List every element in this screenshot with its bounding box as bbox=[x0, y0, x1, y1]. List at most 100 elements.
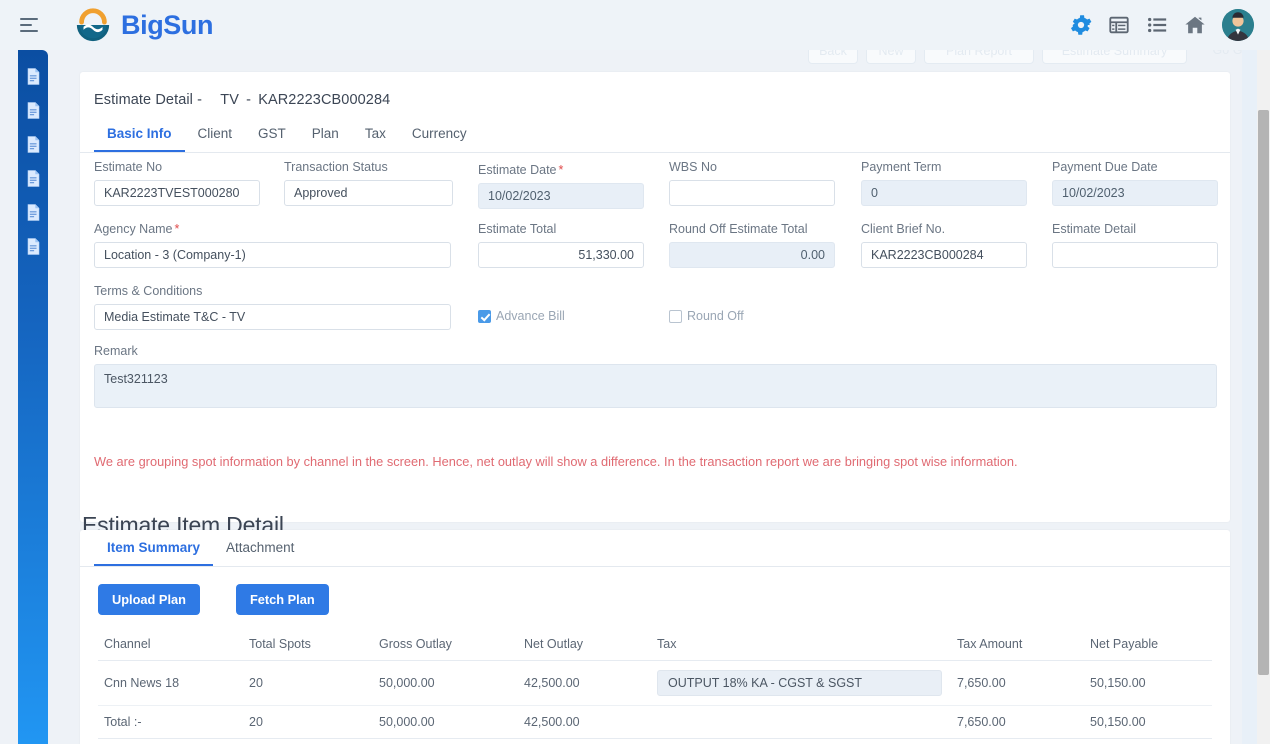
field-estimate-total: Estimate Total bbox=[478, 222, 644, 268]
table-header-row: Channel Total Spots Gross Outlay Net Out… bbox=[98, 630, 1212, 661]
transaction-status-input[interactable] bbox=[284, 180, 453, 206]
label-client-brief-no: Client Brief No. bbox=[861, 222, 946, 236]
sidebar-item-document-5[interactable] bbox=[26, 204, 41, 221]
sidebar-item-document-2[interactable] bbox=[26, 102, 41, 119]
avatar[interactable] bbox=[1222, 9, 1254, 41]
tab-tax[interactable]: Tax bbox=[352, 116, 399, 152]
scrollbar-gutter bbox=[1242, 50, 1257, 744]
tab-attachment[interactable]: Attachment bbox=[213, 530, 307, 566]
label-estimate-date-text: Estimate Date bbox=[478, 163, 557, 177]
tab-basic-info[interactable]: Basic Info bbox=[94, 116, 185, 152]
cell-total-spots: 20 bbox=[243, 660, 373, 706]
list-icon[interactable] bbox=[1146, 14, 1168, 36]
total-tax bbox=[651, 705, 951, 739]
estimate-summary-button[interactable]: Estimate Summary bbox=[1042, 50, 1187, 64]
payment-due-date-input[interactable] bbox=[1052, 180, 1218, 206]
tab-plan[interactable]: Plan bbox=[299, 116, 352, 152]
total-net-payable: 50,150.00 bbox=[1084, 705, 1212, 739]
checkbox-round-off[interactable]: Round Off bbox=[669, 309, 744, 323]
checkbox-advance-bill[interactable]: Advance Bill bbox=[478, 309, 565, 323]
tab-client[interactable]: Client bbox=[185, 116, 246, 152]
remark-textarea[interactable] bbox=[94, 364, 1217, 408]
field-round-off-estimate-total: Round Off Estimate Total bbox=[669, 222, 835, 268]
field-terms-conditions: Terms & Conditions bbox=[94, 284, 451, 330]
basic-info-tabs: Basic Info Client GST Plan Tax Currency bbox=[80, 116, 1230, 153]
label-estimate-detail: Estimate Detail bbox=[1052, 222, 1137, 236]
required-marker-agency-name: * bbox=[174, 222, 180, 236]
left-sidebar bbox=[18, 50, 48, 744]
grouping-warning-text: We are grouping spot information by chan… bbox=[94, 454, 1018, 469]
label-round-off-estimate-total: Round Off Estimate Total bbox=[669, 222, 808, 236]
go-green-button[interactable]: Go Green bbox=[1195, 50, 1243, 64]
label-estimate-total: Estimate Total bbox=[478, 222, 557, 236]
page-title-prefix: Estimate Detail - bbox=[94, 92, 203, 108]
label-transaction-status: Transaction Status bbox=[284, 160, 388, 174]
col-net-payable: Net Payable bbox=[1084, 630, 1212, 661]
total-gross-outlay: 50,000.00 bbox=[373, 705, 518, 739]
scrollbar-thumb[interactable] bbox=[1258, 110, 1269, 675]
table-icon[interactable] bbox=[1108, 14, 1130, 36]
label-wbs-no: WBS No bbox=[669, 160, 717, 174]
total-net-outlay: 42,500.00 bbox=[518, 705, 651, 739]
sidebar-item-document-4[interactable] bbox=[26, 170, 41, 187]
sidebar-item-document-3[interactable] bbox=[26, 136, 41, 153]
home-icon[interactable] bbox=[1184, 14, 1206, 36]
tab-item-summary[interactable]: Item Summary bbox=[94, 530, 214, 566]
new-button[interactable]: New bbox=[866, 50, 916, 64]
cell-tax: OUTPUT 18% KA - CGST & SGST bbox=[651, 660, 951, 706]
estimate-total-input[interactable] bbox=[478, 242, 644, 268]
payment-term-input[interactable] bbox=[861, 180, 1027, 206]
estimate-no-input[interactable] bbox=[94, 180, 260, 206]
page-title-code: KAR2223CB000284 bbox=[258, 92, 391, 108]
label-payment-term: Payment Term bbox=[861, 160, 942, 174]
plan-report-button[interactable]: Plan Report bbox=[924, 50, 1034, 64]
upload-plan-button[interactable]: Upload Plan bbox=[98, 584, 200, 615]
fetch-plan-button[interactable]: Fetch Plan bbox=[235, 584, 329, 615]
required-marker-estimate-date: * bbox=[558, 163, 564, 177]
sidebar-item-document-1[interactable] bbox=[26, 68, 41, 85]
item-summary-table: Channel Total Spots Gross Outlay Net Out… bbox=[98, 630, 1212, 739]
label-terms-conditions: Terms & Conditions bbox=[94, 284, 203, 298]
ghost-toolbar: Back New Plan Report Estimate Summary Go… bbox=[48, 50, 1243, 72]
bigsun-logo-icon bbox=[76, 8, 110, 42]
item-summary-table-wrap: Channel Total Spots Gross Outlay Net Out… bbox=[98, 630, 1212, 739]
tab-currency[interactable]: Currency bbox=[399, 116, 480, 152]
total-total-spots: 20 bbox=[243, 705, 373, 739]
vertical-scrollbar[interactable] bbox=[1257, 50, 1270, 744]
advance-bill-checkbox[interactable] bbox=[478, 309, 491, 323]
cell-net-payable: 50,150.00 bbox=[1084, 660, 1212, 706]
label-remark: Remark bbox=[94, 344, 138, 358]
field-estimate-no: Estimate No bbox=[94, 160, 260, 206]
item-detail-tabs: Item Summary Attachment bbox=[80, 530, 1230, 567]
total-tax-amount: 7,650.00 bbox=[951, 705, 1084, 739]
field-estimate-date: Estimate Date * bbox=[478, 163, 644, 209]
field-agency-name: Agency Name * bbox=[94, 222, 451, 268]
sidebar-item-document-6[interactable] bbox=[26, 238, 41, 255]
round-off-estimate-total-input[interactable] bbox=[669, 242, 835, 268]
agency-name-input[interactable] bbox=[94, 242, 451, 268]
col-gross-outlay: Gross Outlay bbox=[373, 630, 518, 661]
label-agency-name: Agency Name * bbox=[94, 222, 451, 236]
table-total-row: Total :- 20 50,000.00 42,500.00 7,650.00… bbox=[98, 705, 1212, 739]
brand: BigSun bbox=[74, 6, 213, 44]
cell-tax-amount: 7,650.00 bbox=[951, 660, 1084, 706]
round-off-checkbox[interactable] bbox=[669, 309, 682, 323]
cell-channel: Cnn News 18 bbox=[98, 660, 243, 706]
terms-conditions-input[interactable] bbox=[94, 304, 451, 330]
table-row: Cnn News 18 20 50,000.00 42,500.00 OUTPU… bbox=[98, 660, 1212, 706]
estimate-date-input[interactable] bbox=[478, 183, 644, 209]
client-brief-no-input[interactable] bbox=[861, 242, 1027, 268]
top-bar: BigSun bbox=[0, 0, 1270, 50]
estimate-detail-input[interactable] bbox=[1052, 242, 1218, 268]
page-title-type: TV bbox=[220, 92, 239, 108]
label-payment-due-date: Payment Due Date bbox=[1052, 160, 1158, 174]
back-button[interactable]: Back bbox=[808, 50, 858, 64]
advance-bill-label: Advance Bill bbox=[496, 309, 565, 323]
gear-icon[interactable] bbox=[1070, 14, 1092, 36]
tax-select[interactable]: OUTPUT 18% KA - CGST & SGST bbox=[657, 670, 942, 696]
hamburger-icon[interactable] bbox=[20, 12, 46, 38]
total-label: Total :- bbox=[98, 705, 243, 739]
page-title: Estimate Detail - TV - KAR2223CB000284 bbox=[94, 92, 391, 108]
wbs-no-input[interactable] bbox=[669, 180, 835, 206]
tab-gst[interactable]: GST bbox=[245, 116, 299, 152]
